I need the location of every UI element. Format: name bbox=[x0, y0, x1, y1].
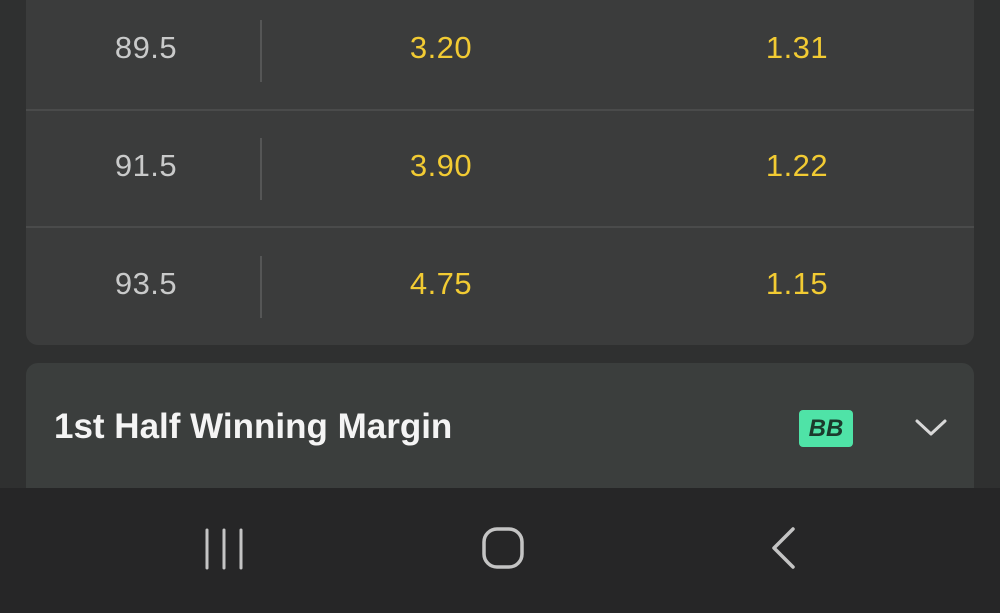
odds-row: 89.5 3.20 1.31 bbox=[26, 0, 974, 109]
under-price-button[interactable]: 1.22 bbox=[737, 148, 857, 184]
column-divider bbox=[260, 20, 262, 82]
chevron-down-icon[interactable] bbox=[914, 415, 948, 439]
column-divider bbox=[260, 256, 262, 318]
recent-apps-icon[interactable] bbox=[195, 524, 255, 574]
under-price-button[interactable]: 1.31 bbox=[737, 30, 857, 66]
home-icon[interactable] bbox=[473, 524, 533, 574]
bet-builder-badge: BB bbox=[799, 410, 853, 447]
under-price-button[interactable]: 1.15 bbox=[737, 266, 857, 302]
line-value: 91.5 bbox=[114, 148, 178, 183]
line-value: 89.5 bbox=[114, 30, 178, 65]
over-price-button[interactable]: 4.75 bbox=[381, 266, 501, 302]
over-price-button[interactable]: 3.20 bbox=[381, 30, 501, 66]
system-navigation-bar bbox=[0, 488, 1000, 613]
odds-row: 93.5 4.75 1.15 bbox=[26, 228, 974, 345]
market-title: 1st Half Winning Margin bbox=[54, 407, 453, 446]
over-price-button[interactable]: 3.90 bbox=[381, 148, 501, 184]
odds-table-card: 89.5 3.20 1.31 91.5 3.90 1.22 93.5 4.75 … bbox=[26, 0, 974, 345]
back-icon[interactable] bbox=[755, 524, 815, 574]
market-header[interactable]: 1st Half Winning Margin BB bbox=[26, 363, 974, 503]
odds-row: 91.5 3.90 1.22 bbox=[26, 110, 974, 227]
line-value: 93.5 bbox=[114, 266, 178, 301]
column-divider bbox=[260, 138, 262, 200]
